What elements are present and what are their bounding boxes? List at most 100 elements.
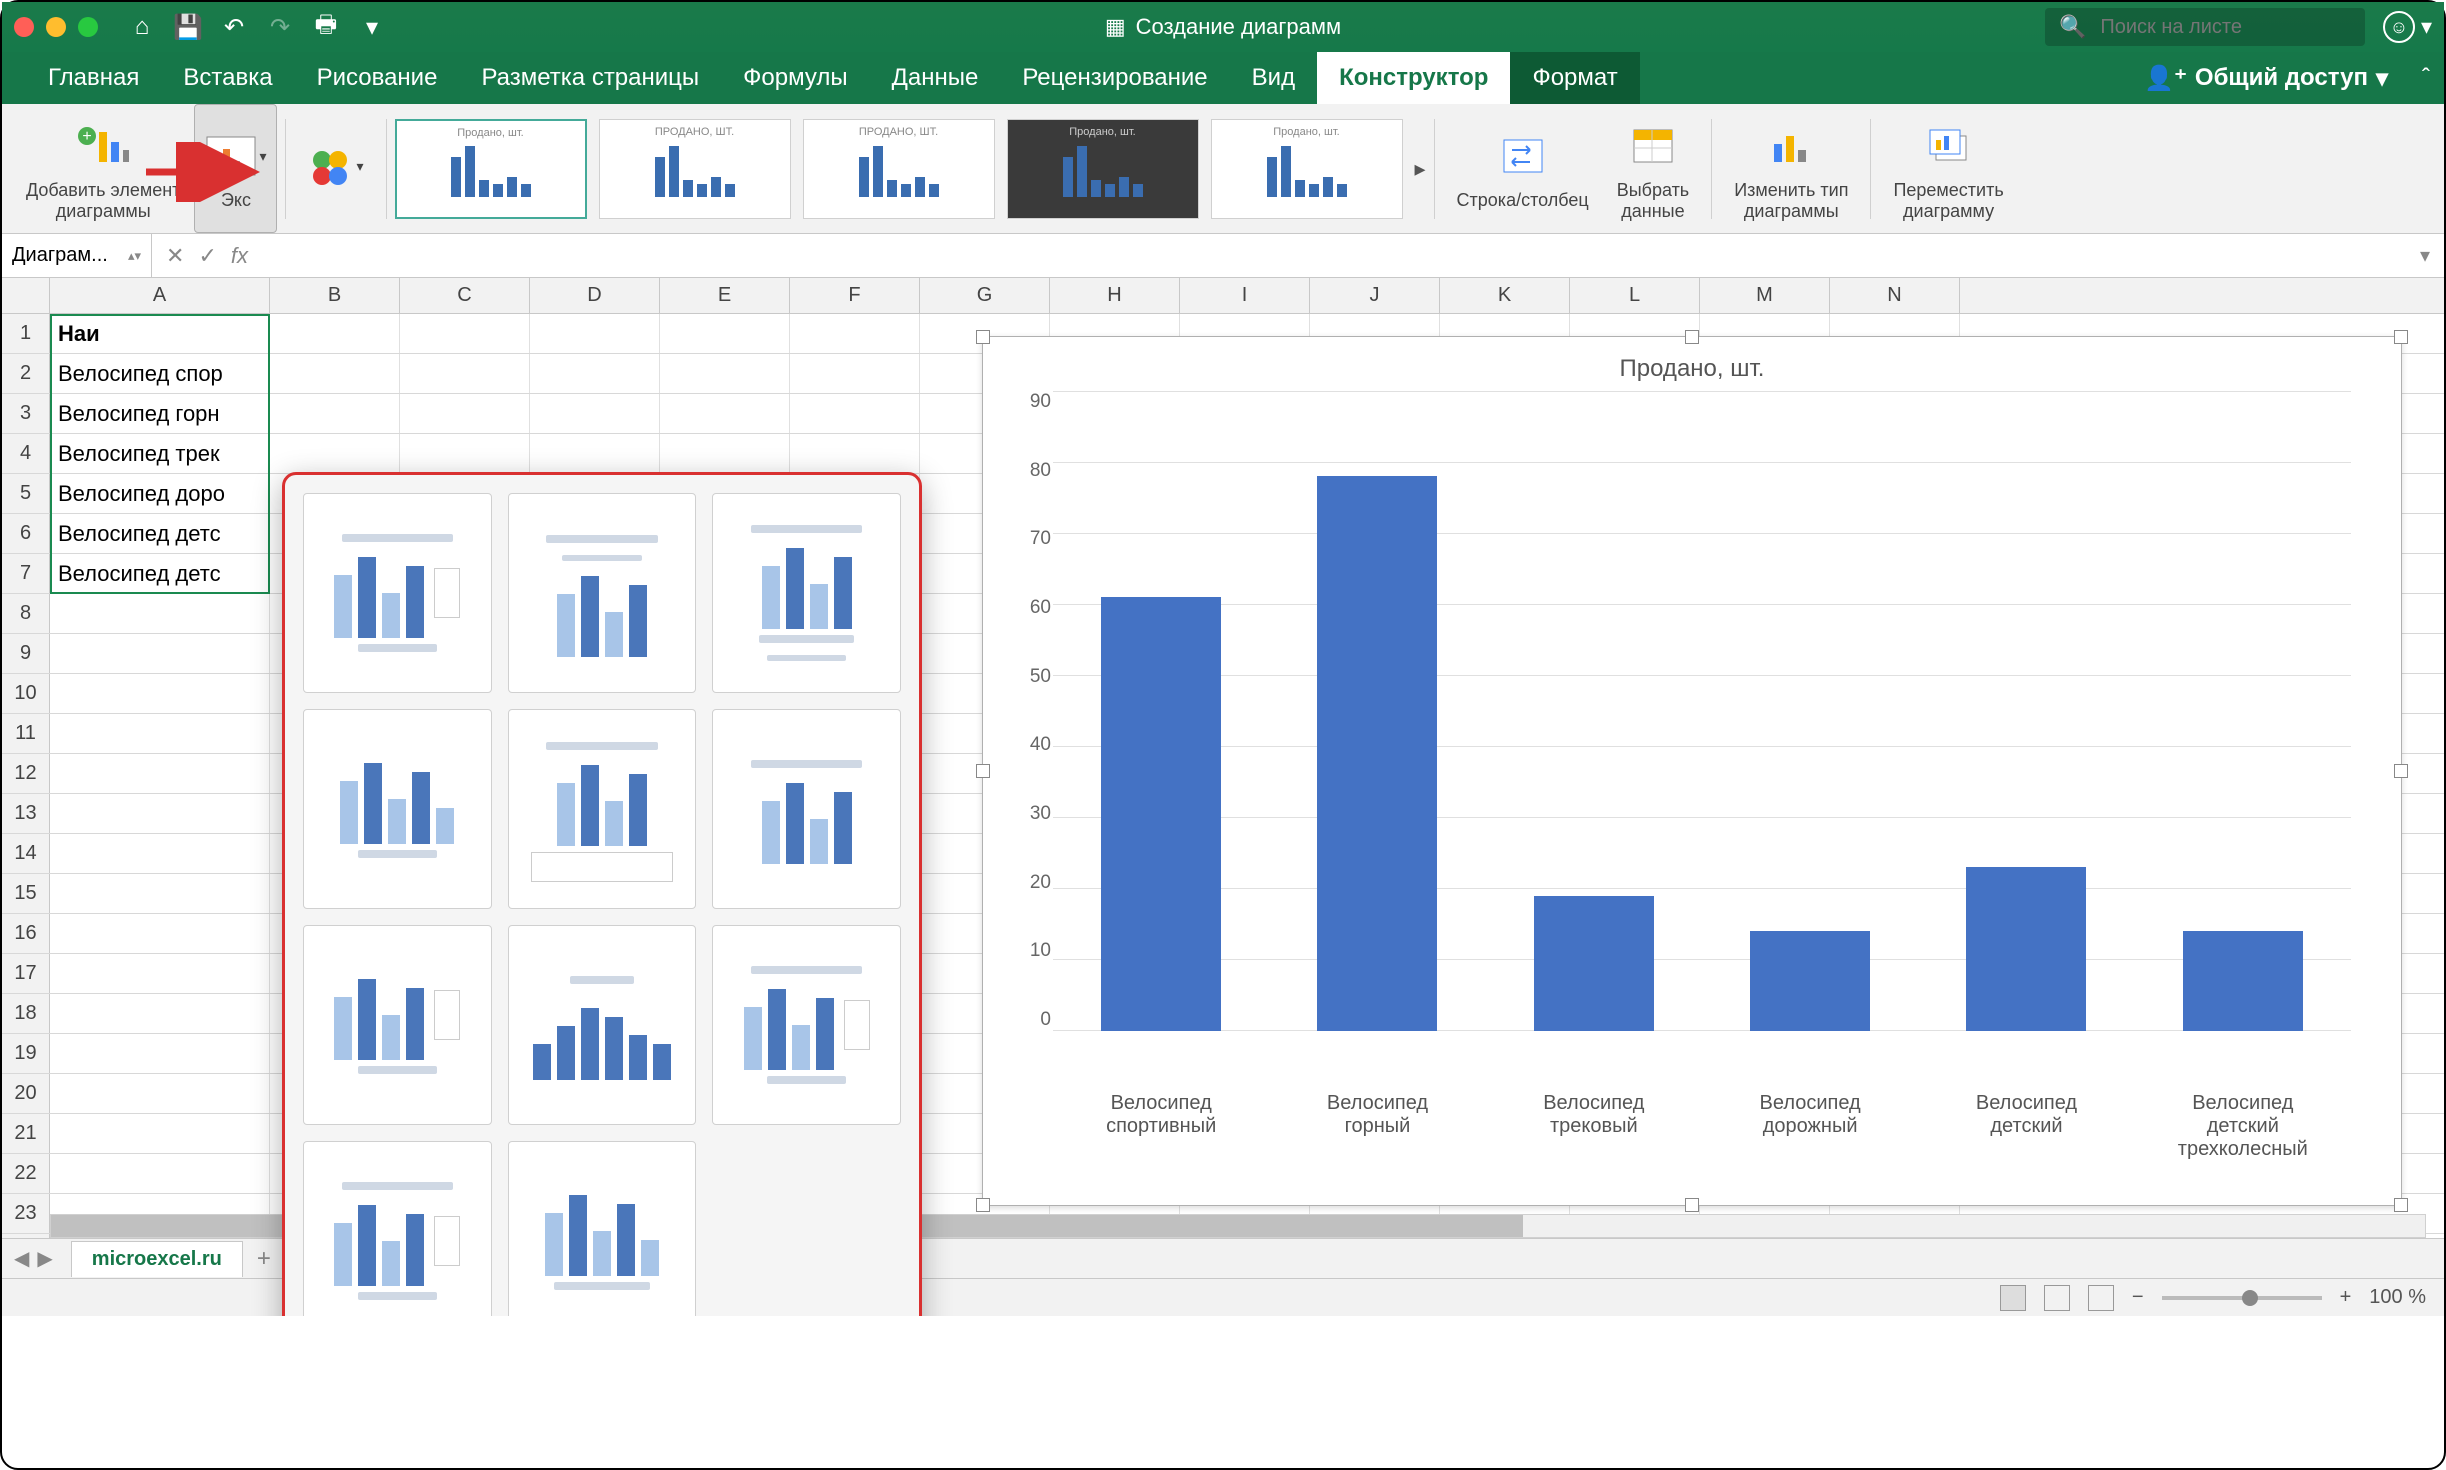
name-box[interactable]: Диаграм... ▴▾: [2, 234, 152, 277]
embedded-chart[interactable]: Продано, шт. 9080706050403020100 Велосип…: [982, 336, 2402, 1206]
chart-style-2[interactable]: ПРОДАНО, ШТ.: [599, 119, 791, 219]
column-header[interactable]: G: [920, 278, 1050, 313]
row-header[interactable]: 15: [2, 874, 50, 913]
chart-bar[interactable]: [2183, 931, 2303, 1031]
column-header[interactable]: H: [1050, 278, 1180, 313]
cell[interactable]: [660, 314, 790, 353]
cell[interactable]: [270, 394, 400, 433]
chart-style-3[interactable]: ПРОДАНО, ШТ.: [803, 119, 995, 219]
row-header[interactable]: 23: [2, 1194, 50, 1233]
column-header[interactable]: A: [50, 278, 270, 313]
cell[interactable]: Велосипед детс: [50, 514, 270, 553]
view-pagelayout-icon[interactable]: [2044, 1285, 2070, 1311]
cell[interactable]: [50, 714, 270, 753]
zoom-out-icon[interactable]: −: [2132, 1286, 2144, 1309]
row-header[interactable]: 7: [2, 554, 50, 593]
chart-plot-area[interactable]: 9080706050403020100 Велосипед спортивный…: [1053, 391, 2351, 1071]
cell[interactable]: [50, 754, 270, 793]
row-header[interactable]: 19: [2, 1034, 50, 1073]
cell[interactable]: [530, 314, 660, 353]
chart-title[interactable]: Продано, шт.: [983, 337, 2401, 391]
change-colors-button[interactable]: ▾: [294, 104, 377, 233]
cell[interactable]: [50, 874, 270, 913]
cell[interactable]: Велосипед горн: [50, 394, 270, 433]
column-header[interactable]: B: [270, 278, 400, 313]
cell[interactable]: [400, 434, 530, 473]
cell[interactable]: [530, 394, 660, 433]
cell[interactable]: [50, 1074, 270, 1113]
tab-view[interactable]: Вид: [1230, 52, 1317, 104]
row-header[interactable]: 3: [2, 394, 50, 433]
row-header[interactable]: 8: [2, 594, 50, 633]
sheet-tab-1[interactable]: microexcel.ru: [71, 1241, 243, 1277]
row-header[interactable]: 5: [2, 474, 50, 513]
chart-style-4[interactable]: Продано, шт.: [1007, 119, 1199, 219]
chart-bar[interactable]: [1966, 867, 2086, 1031]
save-icon[interactable]: 💾: [174, 13, 202, 41]
resize-handle[interactable]: [1685, 1198, 1699, 1212]
resize-handle[interactable]: [2394, 764, 2408, 778]
column-header[interactable]: E: [660, 278, 790, 313]
cell[interactable]: [50, 954, 270, 993]
resize-handle[interactable]: [1685, 330, 1699, 344]
confirm-icon[interactable]: ✓: [198, 243, 216, 269]
cell[interactable]: [790, 354, 920, 393]
column-header[interactable]: D: [530, 278, 660, 313]
close-icon[interactable]: [14, 17, 34, 37]
chart-bar[interactable]: [1750, 931, 1870, 1031]
tab-format[interactable]: Формат: [1510, 52, 1639, 104]
cell[interactable]: [50, 1034, 270, 1073]
home-icon[interactable]: ⌂: [128, 13, 156, 41]
maximize-icon[interactable]: [78, 17, 98, 37]
user-icon[interactable]: ☺: [2383, 11, 2415, 43]
chart-style-5[interactable]: Продано, шт.: [1211, 119, 1403, 219]
collapse-ribbon-icon[interactable]: ˆ: [2408, 52, 2444, 104]
row-header[interactable]: 21: [2, 1114, 50, 1153]
cell[interactable]: [270, 314, 400, 353]
cell[interactable]: [50, 674, 270, 713]
fx-icon[interactable]: fx: [231, 243, 248, 269]
tab-pagelayout[interactable]: Разметка страницы: [459, 52, 721, 104]
tab-design[interactable]: Конструктор: [1317, 52, 1510, 104]
row-header[interactable]: 4: [2, 434, 50, 473]
undo-icon[interactable]: ↶: [220, 13, 248, 41]
select-data-button[interactable]: Выбрать данные: [1603, 104, 1704, 233]
cell[interactable]: Велосипед спор: [50, 354, 270, 393]
add-chart-element-button[interactable]: + Добавить элемент диаграммы: [12, 104, 194, 233]
resize-handle[interactable]: [2394, 330, 2408, 344]
cell[interactable]: Велосипед детс: [50, 554, 270, 593]
cell[interactable]: [530, 354, 660, 393]
layout-option-2[interactable]: [508, 493, 697, 693]
row-header[interactable]: 6: [2, 514, 50, 553]
row-header[interactable]: 13: [2, 794, 50, 833]
chart-bar[interactable]: [1534, 896, 1654, 1031]
layout-option-7[interactable]: [303, 925, 492, 1125]
column-header[interactable]: I: [1180, 278, 1310, 313]
cell[interactable]: [660, 394, 790, 433]
cell[interactable]: [790, 434, 920, 473]
cell[interactable]: [660, 354, 790, 393]
move-chart-button[interactable]: Переместить диаграмму: [1879, 104, 2017, 233]
cell[interactable]: [790, 394, 920, 433]
column-header[interactable]: J: [1310, 278, 1440, 313]
add-sheet-icon[interactable]: +: [257, 1245, 271, 1273]
cell[interactable]: [400, 394, 530, 433]
cell[interactable]: [50, 1154, 270, 1193]
row-header[interactable]: 20: [2, 1074, 50, 1113]
row-header[interactable]: 17: [2, 954, 50, 993]
cell[interactable]: [660, 434, 790, 473]
cell[interactable]: [50, 1114, 270, 1153]
redo-icon[interactable]: ↷: [266, 13, 294, 41]
row-header[interactable]: 18: [2, 994, 50, 1033]
cell[interactable]: [790, 314, 920, 353]
cell[interactable]: [50, 914, 270, 953]
resize-handle[interactable]: [976, 764, 990, 778]
column-header[interactable]: K: [1440, 278, 1570, 313]
cancel-icon[interactable]: ✕: [166, 243, 184, 269]
zoom-slider[interactable]: [2162, 1296, 2322, 1300]
column-header[interactable]: N: [1830, 278, 1960, 313]
cell[interactable]: [400, 314, 530, 353]
switch-row-column-button[interactable]: Строка/столбец: [1443, 104, 1603, 233]
search-input[interactable]: [2100, 16, 2365, 39]
chart-bar[interactable]: [1317, 476, 1437, 1031]
